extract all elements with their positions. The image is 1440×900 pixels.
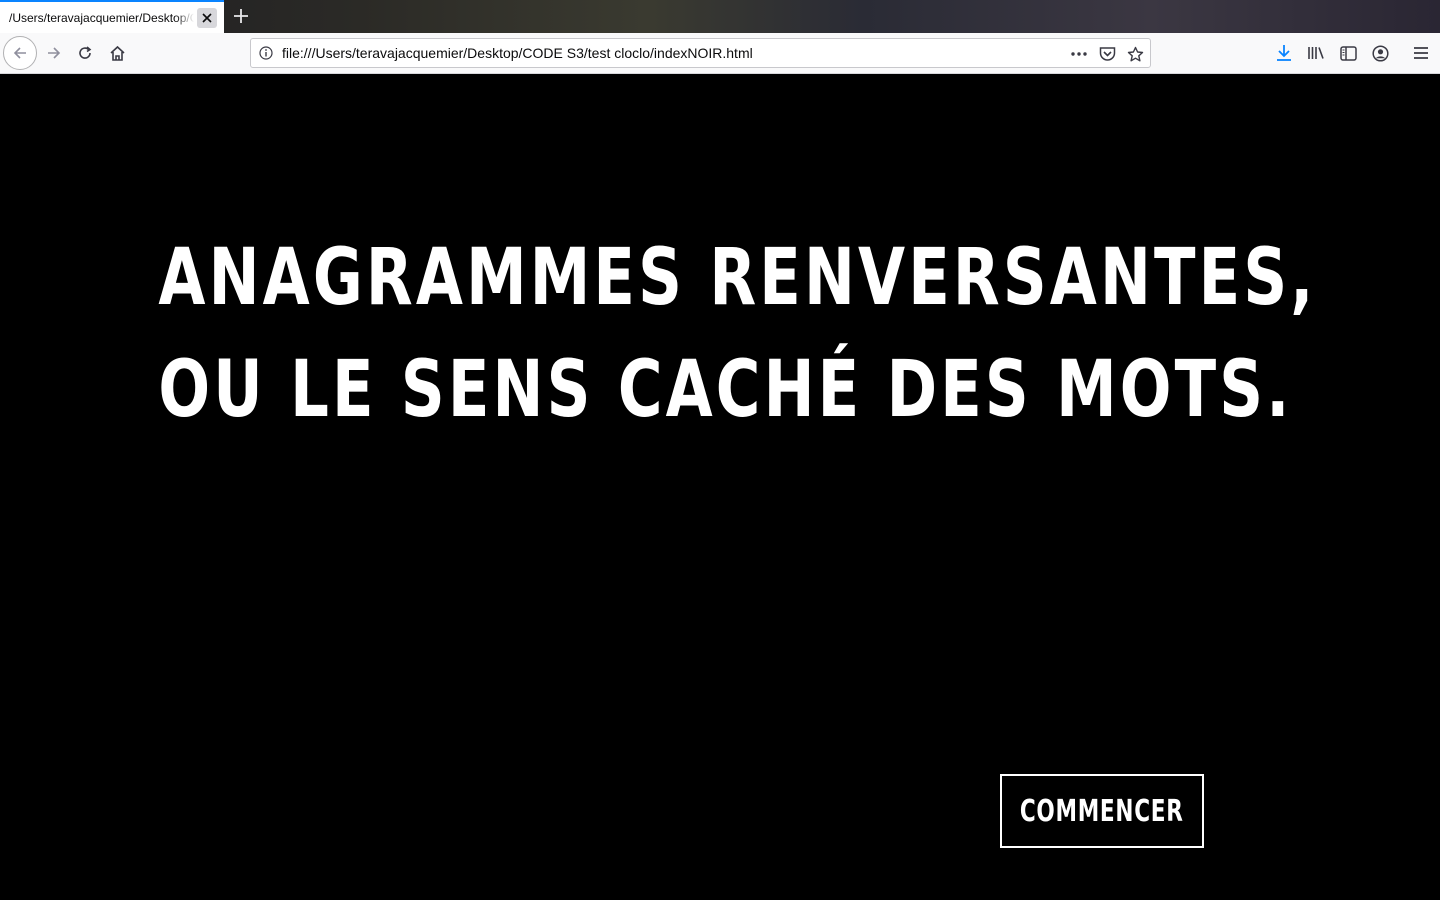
tab-title: /Users/teravajacquemier/Desktop/CODE S3/… — [9, 10, 194, 25]
download-icon — [1277, 45, 1291, 61]
menu-button[interactable] — [1405, 37, 1437, 69]
page-title: ANAGRAMMES RENVERSANTES, OU LE SENS CACH… — [158, 222, 1317, 446]
pocket-icon[interactable] — [1096, 43, 1118, 65]
start-button[interactable]: COMMENCER — [1000, 774, 1204, 848]
forward-arrow-icon — [48, 47, 61, 59]
library-button[interactable] — [1300, 37, 1332, 69]
account-button[interactable] — [1364, 37, 1396, 69]
reload-button[interactable] — [69, 37, 101, 69]
reload-icon — [79, 46, 92, 59]
address-bar[interactable]: file:///Users/teravajacquemier/Desktop/C… — [250, 38, 1151, 68]
back-arrow-icon — [13, 47, 26, 59]
title-line-1: ANAGRAMMES RENVERSANTES, — [158, 233, 1317, 323]
browser-tab[interactable]: /Users/teravajacquemier/Desktop/CODE S3/… — [0, 0, 224, 33]
bookmark-star-icon[interactable] — [1124, 43, 1146, 65]
sidebar-icon — [1339, 45, 1357, 61]
sidebar-button[interactable] — [1332, 37, 1364, 69]
home-button[interactable] — [101, 37, 133, 69]
downloads-button[interactable] — [1268, 37, 1300, 69]
close-tab-icon[interactable] — [197, 8, 217, 28]
title-line-2: OU LE SENS CACHÉ DES MOTS. — [158, 345, 1293, 435]
account-icon — [1371, 44, 1389, 62]
nav-toolbar: file:///Users/teravajacquemier/Desktop/C… — [0, 33, 1440, 74]
hamburger-menu-icon — [1414, 47, 1428, 59]
forward-button[interactable] — [38, 37, 70, 69]
new-tab-button[interactable] — [229, 4, 253, 28]
start-button-label: COMMENCER — [1020, 793, 1184, 829]
home-icon — [109, 45, 125, 61]
library-icon — [1308, 47, 1324, 59]
page-content: ANAGRAMMES RENVERSANTES, OU LE SENS CACH… — [0, 74, 1440, 900]
back-button[interactable] — [3, 36, 37, 70]
tab-strip: /Users/teravajacquemier/Desktop/CODE S3/… — [0, 0, 1440, 33]
page-actions-icon[interactable] — [1068, 43, 1090, 65]
url-text[interactable]: file:///Users/teravajacquemier/Desktop/C… — [282, 45, 753, 61]
site-info-icon[interactable] — [257, 44, 275, 62]
